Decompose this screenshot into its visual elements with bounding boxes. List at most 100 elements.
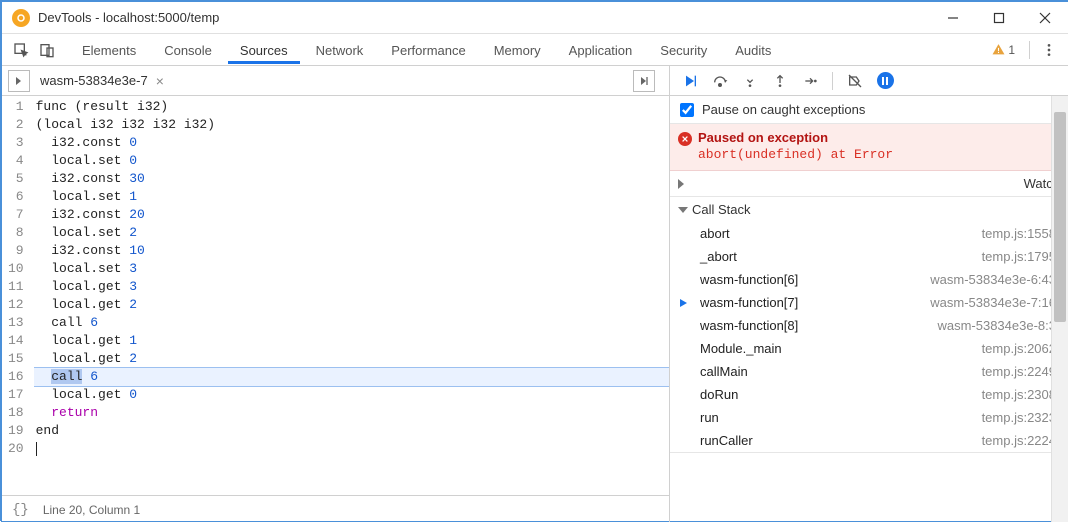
stack-frame-loc: temp.js:1795 [982,249,1056,264]
code-line[interactable]: local.get 2 [34,350,669,368]
code-line[interactable]: local.set 1 [34,188,669,206]
code-line[interactable]: call 6 [34,314,669,332]
stack-frame-fn: callMain [700,364,748,379]
code-line[interactable] [34,440,669,458]
tab-memory[interactable]: Memory [482,36,553,64]
step-into-icon[interactable] [738,69,762,93]
file-tab[interactable]: wasm-53834e3e-7 × [38,69,166,93]
stack-frame[interactable]: wasm-function[7] wasm-53834e3e-7:16 [670,291,1068,314]
maximize-button[interactable] [976,2,1022,34]
tab-performance[interactable]: Performance [379,36,477,64]
close-icon[interactable]: × [156,73,164,89]
debugger-toolbar [670,66,1068,96]
code-line[interactable]: call 6 [34,367,669,387]
resume-icon[interactable] [678,69,702,93]
stack-frame-loc: wasm-53834e3e-7:16 [930,295,1056,310]
pretty-print-icon[interactable]: {} [12,502,29,518]
code-line[interactable]: i32.const 10 [34,242,669,260]
step-icon[interactable] [798,69,822,93]
debugger-scroll[interactable]: Pause on caught exceptions Paused on exc… [670,96,1068,522]
status-bar: {} Line 20, Column 1 [2,495,669,522]
pause-caught-checkbox[interactable] [680,103,694,117]
close-button[interactable] [1022,2,1068,34]
device-toolbar-icon[interactable] [34,37,60,63]
minimize-button[interactable] [930,2,976,34]
stack-frame-fn: abort [700,226,730,241]
stack-frame-fn: wasm-function[8] [700,318,798,333]
error-icon [678,132,692,146]
main-tabs-row: ElementsConsoleSourcesNetworkPerformance… [2,34,1068,66]
code-line[interactable]: local.get 0 [34,386,669,404]
sources-panel: wasm-53834e3e-7 × 1234567891011121314151… [2,66,670,522]
paused-title: Paused on exception [698,130,1058,145]
chevron-down-icon [678,207,688,213]
code-line[interactable]: local.get 2 [34,296,669,314]
code-line[interactable]: func (result i32) [34,98,669,116]
code-line[interactable]: return [34,404,669,422]
callstack-label: Call Stack [692,202,751,217]
code-line[interactable]: local.set 3 [34,260,669,278]
paused-banner: Paused on exception abort(undefined) at … [670,124,1068,171]
tab-network[interactable]: Network [304,36,376,64]
stack-frame[interactable]: Module._main temp.js:2062 [670,337,1068,360]
stack-frame[interactable]: doRun temp.js:2308 [670,383,1068,406]
debugger-panel: Pause on caught exceptions Paused on exc… [670,66,1068,522]
stack-frame-fn: runCaller [700,433,753,448]
watch-section-header[interactable]: Watch [670,171,1068,196]
code-editor[interactable]: 1234567891011121314151617181920 func (re… [2,96,669,495]
code-line[interactable]: local.set 2 [34,224,669,242]
pause-caught-label: Pause on caught exceptions [702,102,865,117]
code-line[interactable]: local.get 3 [34,278,669,296]
code-line[interactable]: i32.const 0 [34,134,669,152]
tab-console[interactable]: Console [152,36,224,64]
title-bar: DevTools - localhost:5000/temp [2,2,1068,34]
file-tab-name: wasm-53834e3e-7 [40,73,148,88]
callstack-section-header[interactable]: Call Stack [670,197,1068,222]
code-line[interactable]: i32.const 20 [34,206,669,224]
navigator-toggle-icon[interactable] [8,70,30,92]
pause-caught-row[interactable]: Pause on caught exceptions [670,96,1068,124]
stack-frame-loc: temp.js:2224 [982,433,1056,448]
stack-frame[interactable]: abort temp.js:1558 [670,222,1068,245]
stack-frame-fn: wasm-function[7] [700,295,798,310]
tab-security[interactable]: Security [648,36,719,64]
stack-frame[interactable]: wasm-function[8]wasm-53834e3e-8:3 [670,314,1068,337]
warning-count: 1 [1008,43,1015,57]
inspect-element-icon[interactable] [8,37,34,63]
stack-frame-loc: temp.js:2062 [982,341,1056,356]
kebab-menu-icon[interactable] [1036,37,1062,63]
stack-frame-loc: temp.js:1558 [982,226,1056,241]
stack-frame-fn: Module._main [700,341,782,356]
chevron-right-icon [678,179,1020,189]
paused-message: abort(undefined) at Error [698,147,1058,162]
scrollbar[interactable] [1051,96,1068,522]
stack-frame[interactable]: _aborttemp.js:1795 [670,245,1068,268]
tab-sources[interactable]: Sources [228,36,300,64]
code-line[interactable]: local.set 0 [34,152,669,170]
stack-frame-fn: wasm-function[6] [700,272,798,287]
current-frame-arrow-icon [678,297,690,312]
window-title: DevTools - localhost:5000/temp [38,10,219,25]
step-out-icon[interactable] [768,69,792,93]
pause-on-exceptions-icon[interactable] [873,69,897,93]
stack-frame-loc: temp.js:2308 [982,387,1056,402]
stack-frame[interactable]: callMain temp.js:2249 [670,360,1068,383]
stack-frame[interactable]: runCaller temp.js:2224 [670,429,1068,452]
code-line[interactable]: end [34,422,669,440]
deactivate-breakpoints-icon[interactable] [843,69,867,93]
stack-frame[interactable]: runtemp.js:2323 [670,406,1068,429]
tab-application[interactable]: Application [557,36,645,64]
stack-frame-loc: wasm-53834e3e-6:43 [930,272,1056,287]
tab-audits[interactable]: Audits [723,36,783,64]
code-line[interactable]: local.get 1 [34,332,669,350]
step-over-icon[interactable] [708,69,732,93]
tab-elements[interactable]: Elements [70,36,148,64]
stack-frame[interactable]: wasm-function[6] wasm-53834e3e-6:43 [670,268,1068,291]
code-line[interactable]: (local i32 i32 i32 i32) [34,116,669,134]
more-tabs-icon[interactable] [633,70,655,92]
stack-frame-loc: temp.js:2249 [982,364,1056,379]
code-line[interactable]: i32.const 30 [34,170,669,188]
stack-frame-fn: doRun [700,387,738,402]
file-tabs-row: wasm-53834e3e-7 × [2,66,669,96]
warning-badge[interactable]: 1 [992,43,1015,57]
